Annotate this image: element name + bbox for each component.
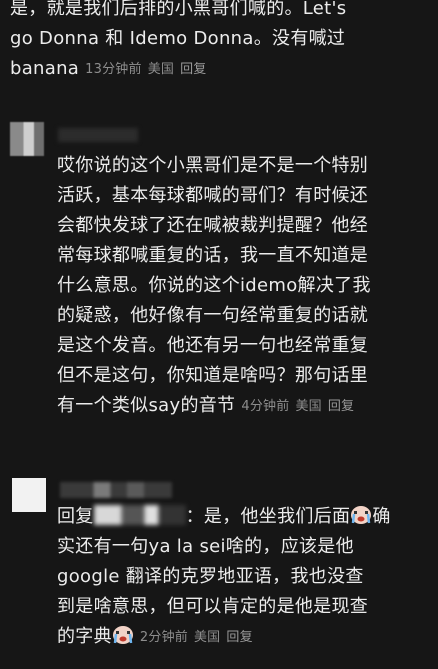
comment-3-meta: 2分钟前 美国 回复: [140, 630, 259, 645]
comment-1-location: 美国: [147, 62, 175, 77]
comment-1-meta: 13分钟前 美国 回复: [85, 62, 212, 77]
comment-2-username-blurred[interactable]: [58, 128, 138, 142]
comment-3-reply-prefix: 回复: [57, 506, 94, 527]
comment-3-reply-button[interactable]: 回复: [226, 630, 252, 645]
comment-2-text: 哎你说的这个小黑哥们是不是一个特别 活跃，基本每球都喊的哥们？有时候还 会都快发…: [57, 155, 371, 416]
comment-3: 回复 ：是，他坐我们后面确 实还有一句ya la sei啥的，应该是他 googl…: [57, 502, 433, 653]
comment-2-meta: 4分钟前 美国 回复: [241, 399, 360, 414]
comment-2-reply-button[interactable]: 回复: [328, 399, 354, 414]
comment-3-time: 2分钟前: [139, 630, 188, 645]
comment-3-username-blurred[interactable]: [60, 482, 172, 498]
mentioned-user-blurred[interactable]: [93, 505, 186, 525]
comment-2-location: 美国: [295, 399, 322, 414]
comment-1-time: 13分钟前: [85, 62, 142, 77]
comment-3-text-part2: 确 实还有一句ya la sei啥的，应该是他 google 翻译的克罗地亚语，…: [57, 506, 391, 647]
comment-2-avatar[interactable]: [10, 122, 44, 156]
comment-2: 哎你说的这个小黑哥们是不是一个特别 活跃，基本每球都喊的哥们？有时候还 会都快发…: [57, 151, 433, 422]
crying-face-emoji-icon: [350, 505, 372, 525]
comment-3-location: 美国: [193, 630, 221, 645]
comment-2-time: 4分钟前: [241, 399, 290, 414]
comment-3-avatar[interactable]: [12, 478, 46, 512]
comment-3-text-part1: ：是，他坐我们后面: [185, 506, 351, 527]
comment-1-reply-button[interactable]: 回复: [180, 62, 206, 77]
comment-1: 是，就是我们后排的小黑哥们喊的。Let's go Donna 和 Idemo D…: [10, 0, 434, 85]
crying-face-emoji-icon-2: [112, 625, 134, 645]
